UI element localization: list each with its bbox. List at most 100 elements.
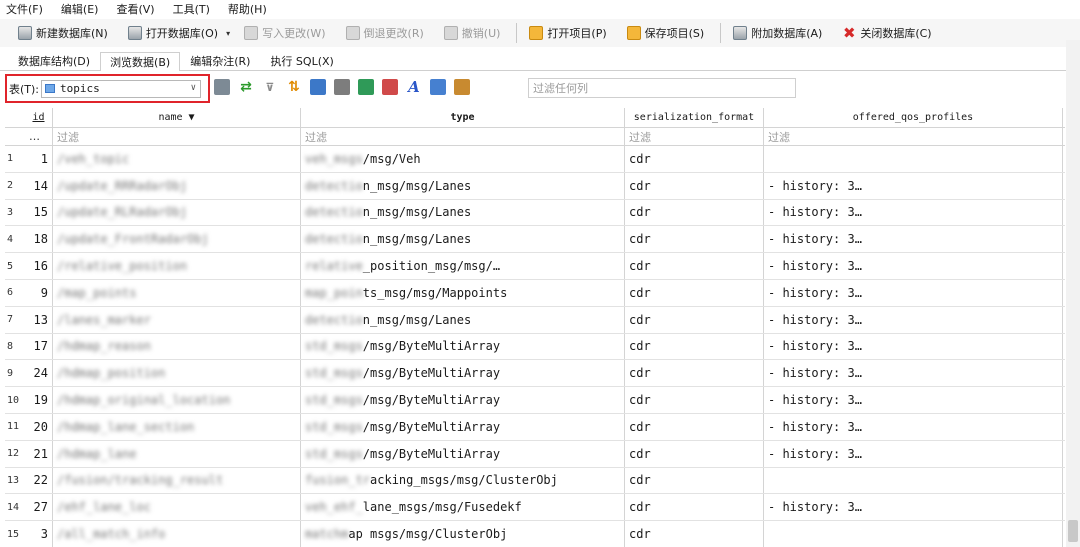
tab-browse-data[interactable]: 浏览数据(B) — [100, 52, 181, 71]
cell-type[interactable]: detectio n_msg/msg/Lanes — [301, 199, 625, 226]
cell-offered-qos-profiles[interactable]: - history: 3… — [764, 440, 1063, 467]
cell-offered-qos-profiles[interactable] — [764, 467, 1063, 494]
font-icon[interactable]: A — [406, 78, 422, 96]
open-project-button[interactable]: 打开项目(P) — [523, 22, 612, 44]
table-row[interactable]: 15 3/all_match_info matchm ap msgs/msg/Clus… — [5, 521, 1065, 547]
refresh-table-icon[interactable] — [214, 79, 230, 95]
menu-help[interactable]: 帮助(H) — [228, 1, 267, 17]
cell-name[interactable]: /veh_topic — [53, 146, 301, 172]
delete-record-icon[interactable] — [382, 79, 398, 95]
attach-database-button[interactable]: 附加数据库(A) — [727, 22, 828, 44]
row-number[interactable]: 10 — [5, 387, 25, 413]
row-number[interactable]: 7 — [5, 307, 25, 333]
sort-icon[interactable]: ⇅ — [286, 79, 302, 95]
table-row[interactable]: 8 17/hdmap_reason std_msgs/msg/ByteMultiAr… — [5, 333, 1065, 361]
cell-type[interactable]: detectio n_msg/msg/Lanes — [301, 306, 625, 333]
cell-id[interactable]: 19 — [25, 387, 53, 413]
table-row[interactable]: 2 14/update_RRRadarObj detectio n_msg/msg/L… — [5, 172, 1065, 200]
cell-id[interactable]: 9 — [25, 279, 53, 306]
cell-id[interactable]: 16 — [25, 253, 53, 279]
cell-name[interactable]: /hdmap_lane — [53, 440, 301, 467]
cell-type[interactable]: std_msgs/msg/ByteMultiArray — [301, 387, 625, 413]
cell-format-icon[interactable] — [430, 79, 446, 95]
cell-name[interactable]: /ehf_lane_loc — [53, 494, 301, 521]
cell-type[interactable]: std_msgs/msg/ByteMultiArray — [301, 333, 625, 360]
undo-button[interactable]: 撤销(U) — [438, 22, 507, 44]
table-row[interactable]: 10 19/hdmap_original_location std_msgs/msg… — [5, 387, 1065, 414]
cell-name[interactable]: /hdmap_original_location — [53, 387, 301, 413]
table-row[interactable]: 11 20/hdmap_lane_section std_msgs/msg/Byte… — [5, 413, 1065, 441]
row-number[interactable]: 13 — [5, 468, 25, 494]
menu-tools[interactable]: 工具(T) — [173, 1, 210, 17]
cell-name[interactable]: /relative_position — [53, 253, 301, 279]
cell-id[interactable]: 22 — [25, 467, 53, 494]
row-number[interactable]: 2 — [5, 173, 25, 199]
table-row[interactable]: 4 18/update_FrontRadarObj detectio n_msg/ms… — [5, 226, 1065, 254]
table-row[interactable]: 6 9/map_points map_poin ts_msg/msg/Mappoint… — [5, 279, 1065, 307]
vertical-scrollbar-thumb[interactable] — [1068, 520, 1078, 542]
table-row[interactable]: 5 16/relative_position relative _position_m… — [5, 253, 1065, 280]
write-changes-button[interactable]: 写入更改(W) — [238, 22, 331, 44]
row-number[interactable]: 14 — [5, 494, 25, 520]
cell-type[interactable]: veh_msgs/msg/Veh — [301, 146, 625, 172]
cell-serialization-format[interactable]: cdr — [625, 494, 764, 521]
menu-view[interactable]: 查看(V) — [116, 1, 154, 17]
cell-type[interactable]: veh_ehf_ lane_msgs/msg/Fusedekf — [301, 494, 625, 521]
cell-offered-qos-profiles[interactable]: - history: 3… — [764, 360, 1063, 387]
cell-serialization-format[interactable]: cdr — [625, 226, 764, 253]
cell-type[interactable]: map_poin ts_msg/msg/Mappoints — [301, 279, 625, 306]
table-row[interactable]: 14 27/ehf_lane_loc veh_ehf_ lane_msgs/msg/F… — [5, 494, 1065, 522]
cell-serialization-format[interactable]: cdr — [625, 521, 764, 547]
save-project-button[interactable]: 保存项目(S) — [621, 22, 711, 44]
cell-serialization-format[interactable]: cdr — [625, 333, 764, 360]
cell-name[interactable]: /hdmap_lane_section — [53, 413, 301, 440]
row-number[interactable]: 12 — [5, 441, 25, 467]
save-table-icon[interactable] — [310, 79, 326, 95]
cell-id[interactable]: 20 — [25, 413, 53, 440]
cell-id[interactable]: 18 — [25, 226, 53, 253]
cell-serialization-format[interactable]: cdr — [625, 440, 764, 467]
cell-type[interactable]: std_msgs/msg/ByteMultiArray — [301, 360, 625, 387]
table-row[interactable]: 7 13/lanes_marker detectio n_msg/msg/Lanes c… — [5, 306, 1065, 334]
row-number[interactable]: 5 — [5, 253, 25, 279]
row-number[interactable]: 6 — [5, 280, 25, 306]
cell-id[interactable]: 1 — [25, 146, 53, 172]
filter-serialization-format-input[interactable]: 过滤 — [625, 128, 764, 145]
tab-edit-pragmas[interactable]: 编辑杂注(R) — [180, 51, 260, 70]
cell-id[interactable]: 27 — [25, 494, 53, 521]
cell-serialization-format[interactable]: cdr — [625, 467, 764, 494]
cell-serialization-format[interactable]: cdr — [625, 146, 764, 172]
table-row[interactable]: 13 22/fusion/tracking_result fusion_tr acki… — [5, 467, 1065, 495]
table-row[interactable]: 12 21/hdmap_lane std_msgs/msg/ByteMultiArr… — [5, 440, 1065, 468]
cell-offered-qos-profiles[interactable]: - history: 3… — [764, 306, 1063, 333]
column-header-id[interactable]: id — [25, 108, 53, 127]
row-number[interactable]: 4 — [5, 226, 25, 252]
cell-id[interactable]: 15 — [25, 199, 53, 226]
menu-edit[interactable]: 编辑(E) — [61, 1, 99, 17]
cell-type[interactable]: fusion_tr acking_msgs/msg/ClusterObj — [301, 467, 625, 494]
cell-offered-qos-profiles[interactable] — [764, 521, 1063, 547]
tab-execute-sql[interactable]: 执行 SQL(X) — [260, 51, 343, 70]
vertical-scrollbar[interactable] — [1066, 40, 1080, 547]
cell-id[interactable]: 24 — [25, 360, 53, 387]
open-database-button[interactable]: 打开数据库(O) — [122, 22, 224, 44]
cell-name[interactable]: /update_RLRadarObj — [53, 199, 301, 226]
revert-changes-button[interactable]: 倒退更改(R) — [340, 22, 430, 44]
cell-offered-qos-profiles[interactable]: - history: 3… — [764, 279, 1063, 306]
cell-id[interactable]: 21 — [25, 440, 53, 467]
cell-serialization-format[interactable]: cdr — [625, 306, 764, 333]
cell-type[interactable]: relative _position_msg/msg/… — [301, 253, 625, 279]
cell-serialization-format[interactable]: cdr — [625, 199, 764, 226]
close-database-button[interactable]: ✖ 关闭数据库(C) — [836, 22, 937, 44]
column-header-type[interactable]: type — [301, 108, 625, 127]
cell-name[interactable]: /map_points — [53, 279, 301, 306]
cell-id[interactable]: 13 — [25, 306, 53, 333]
cell-offered-qos-profiles[interactable]: - history: 3… — [764, 172, 1063, 199]
tab-database-structure[interactable]: 数据库结构(D) — [8, 51, 100, 70]
cell-offered-qos-profiles[interactable]: - history: 3… — [764, 199, 1063, 226]
open-database-dropdown-icon[interactable]: ▾ — [226, 29, 230, 38]
cell-offered-qos-profiles[interactable]: - history: 3… — [764, 226, 1063, 253]
cell-offered-qos-profiles[interactable]: - history: 3… — [764, 333, 1063, 360]
cell-name[interactable]: /update_FrontRadarObj — [53, 226, 301, 253]
cell-serialization-format[interactable]: cdr — [625, 387, 764, 413]
